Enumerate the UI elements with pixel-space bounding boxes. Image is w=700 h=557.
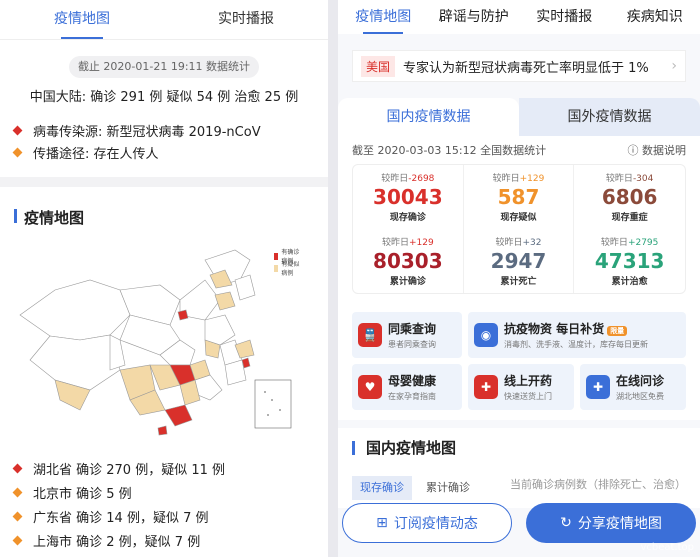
stat-cell: 较昨日-304 6806 现存重症 — [574, 165, 685, 229]
map-legend: 有确诊病例 有疑似病例 — [274, 249, 300, 277]
bullet-icon — [12, 125, 23, 135]
case-list: 湖北省 确诊 270 例，疑似 11 例 北京市 确诊 5 例 广东省 确诊 1… — [0, 456, 328, 552]
bullet-icon — [12, 487, 23, 497]
service-card-medicine[interactable]: ✚ 线上开药 快速送货上门 — [468, 364, 574, 410]
info-text: 传播途径: 存在人传人 — [33, 146, 159, 162]
share-icon: ↻ — [560, 515, 572, 531]
info-text: 病毒传染源: 新型冠状病毒 2019-nCoV — [33, 124, 261, 140]
service-cards-row2: ♥ 母婴健康 在家孕育指南 ✚ 线上开药 快速送货上门 ✚ 在线问诊 湖北地区免费 — [338, 358, 700, 420]
stats-grid: 较昨日-2698 30043 现存确诊 较昨日+129 587 现存疑似 较昨日-304 68… — [352, 164, 686, 294]
tab-live-broadcast[interactable]: 实时播报 — [519, 0, 610, 34]
tab-foreign-data[interactable]: 国外疫情数据 — [519, 98, 700, 136]
stat-delta: 较昨日+2795 — [600, 238, 659, 248]
legend-suspected-swatch — [274, 264, 279, 272]
data-tabs: 国内疫情数据 国外疫情数据 — [338, 98, 700, 136]
stat-label: 累计确诊 — [389, 277, 426, 287]
map-tabs: 现存确诊 累计确诊 当前确诊病例数（排除死亡、治愈） — [338, 468, 700, 508]
tab-domestic-data[interactable]: 国内疫情数据 — [338, 98, 519, 136]
bullet-icon — [12, 463, 23, 473]
stat-cell: 较昨日+129 587 现存疑似 — [464, 165, 575, 229]
watermark: vcbeat.top — [640, 542, 694, 553]
right-panel: 疫情地图 辟谣与防护 实时播报 疾病知识 美国 专家认为新型冠状病毒死亡率明显低… — [338, 0, 700, 557]
list-item: 湖北省 确诊 270 例，疑似 11 例 — [0, 456, 328, 480]
share-map-button[interactable]: ↻ 分享疫情地图 — [526, 503, 696, 543]
mother-icon: ♥ — [358, 375, 382, 399]
service-card-supplies[interactable]: ◉ 抗疫物资 每日补货 限量 消毒剂、洗手液、温度计，库存每日更新 — [468, 312, 686, 358]
stat-cell: 较昨日-2698 30043 现存确诊 — [353, 165, 464, 229]
stat-label: 现存重症 — [611, 213, 648, 223]
tab-epidemic-map[interactable]: 疫情地图 — [338, 0, 429, 34]
right-tabbar: 疫情地图 辟谣与防护 实时播报 疾病知识 — [338, 0, 700, 34]
list-item: 上海市 确诊 2 例，疑似 7 例 — [0, 528, 328, 552]
left-tabbar: 疫情地图 实时播报 — [0, 0, 328, 40]
subscribe-button[interactable]: ⊞ 订阅疫情动态 — [342, 503, 512, 543]
stat-delta: 较昨日+129 — [492, 174, 545, 184]
news-banner[interactable]: 美国 专家认为新型冠状病毒死亡率明显低于 1% › — [352, 50, 686, 82]
stat-label: 现存确诊 — [389, 213, 426, 223]
stat-value: 6806 — [601, 185, 658, 209]
info-item: 传播途径: 存在人传人 — [0, 141, 328, 163]
stat-cell: 较昨日+129 80303 累计确诊 — [353, 229, 464, 293]
section-title: 国内疫情地图 — [338, 428, 700, 468]
help-icon: ⓘ — [627, 144, 642, 157]
news-tag: 美国 — [361, 55, 396, 77]
stat-value: 587 — [497, 185, 540, 209]
stat-value: 47313 — [594, 249, 665, 273]
service-card-maternal[interactable]: ♥ 母婴健康 在家孕育指南 — [352, 364, 462, 410]
stat-cell: 较昨日+2795 47313 累计治愈 — [574, 229, 685, 293]
medicine-icon: ✚ — [474, 375, 498, 399]
tab-rumor-protection[interactable]: 辟谣与防护 — [429, 0, 520, 34]
tab-epidemic-map[interactable]: 疫情地图 — [0, 0, 164, 39]
stat-value: 30043 — [373, 185, 443, 209]
data-timestamp: 截至 2020-03-03 15:12 全国数据统计 — [352, 144, 547, 157]
stat-label: 累计死亡 — [500, 277, 537, 287]
bullet-icon — [12, 535, 23, 545]
bullet-icon — [12, 511, 23, 521]
tab-live-broadcast[interactable]: 实时播报 — [164, 0, 328, 39]
tab-total-confirmed[interactable]: 累计确诊 — [418, 476, 478, 500]
service-cards-row1: 🚆 同乘查询 患者同乘查询 ◉ 抗疫物资 每日补货 限量 消毒剂、洗手液、温度计，库存… — [338, 302, 700, 358]
legend-confirmed-swatch — [274, 252, 279, 260]
tab-disease-knowledge[interactable]: 疾病知识 — [610, 0, 700, 34]
stat-delta: 较昨日-2698 — [381, 174, 435, 184]
tab-current-confirmed[interactable]: 现存确诊 — [352, 476, 412, 500]
bookmark-icon: ⊞ — [376, 515, 388, 531]
stat-label: 现存疑似 — [500, 213, 537, 223]
stat-delta: 较昨日+129 — [381, 238, 434, 248]
map-tip: 当前确诊病例数（排除死亡、治愈） — [510, 478, 686, 491]
mask-icon: ◉ — [474, 323, 498, 347]
bullet-icon — [12, 147, 23, 157]
stat-label: 累计治愈 — [611, 277, 648, 287]
section-title: 疫情地图 — [0, 207, 328, 228]
list-item: 北京市 确诊 5 例 — [0, 480, 328, 504]
list-item: 广东省 确诊 14 例，疑似 7 例 — [0, 504, 328, 528]
chevron-right-icon: › — [671, 58, 677, 74]
case-text: 北京市 确诊 5 例 — [33, 486, 132, 502]
stat-value: 80303 — [373, 249, 443, 273]
stat-value: 2947 — [490, 249, 547, 273]
info-item: 病毒传染源: 新型冠状病毒 2019-nCoV — [0, 119, 328, 141]
service-card-consult[interactable]: ✚ 在线问诊 湖北地区免费 — [580, 364, 686, 410]
case-text: 湖北省 确诊 270 例，疑似 11 例 — [33, 462, 226, 478]
case-text: 广东省 确诊 14 例，疑似 7 例 — [33, 510, 209, 526]
train-icon: 🚆 — [358, 323, 382, 347]
left-panel: 疫情地图 实时播报 截止 2020-01-21 19:11 数据统计 中国大陆:… — [0, 0, 328, 557]
china-map-svg — [19, 249, 292, 436]
stat-cell: 较昨日+32 2947 累计死亡 — [464, 229, 575, 293]
action-buttons: ⊞ 订阅疫情动态 ↻ 分享疫情地图 — [338, 503, 700, 543]
consult-icon: ✚ — [586, 375, 610, 399]
legend-suspected-label: 有疑似病例 — [281, 261, 300, 277]
news-text: 专家认为新型冠状病毒死亡率明显低于 1% — [403, 60, 649, 76]
china-map[interactable]: 有确诊病例 有疑似病例 — [10, 240, 300, 442]
stat-delta: 较昨日+32 — [495, 238, 542, 248]
mainland-summary: 中国大陆: 确诊 291 例 疑似 54 例 治愈 25 例 — [29, 90, 299, 105]
stats-panel: 截至 2020-03-03 15:12 全国数据统计 ⓘ 数据说明 较昨日-26… — [338, 136, 700, 302]
data-explain-link[interactable]: ⓘ 数据说明 — [628, 142, 687, 158]
data-timestamp: 截止 2020-01-21 19:11 数据统计 — [69, 56, 259, 78]
case-text: 上海市 确诊 2 例，疑似 7 例 — [33, 534, 201, 550]
section-divider — [0, 177, 328, 187]
stat-delta: 较昨日-304 — [605, 174, 654, 184]
service-card-ride-query[interactable]: 🚆 同乘查询 患者同乘查询 — [352, 312, 462, 358]
limit-badge: 限量 — [607, 326, 628, 336]
